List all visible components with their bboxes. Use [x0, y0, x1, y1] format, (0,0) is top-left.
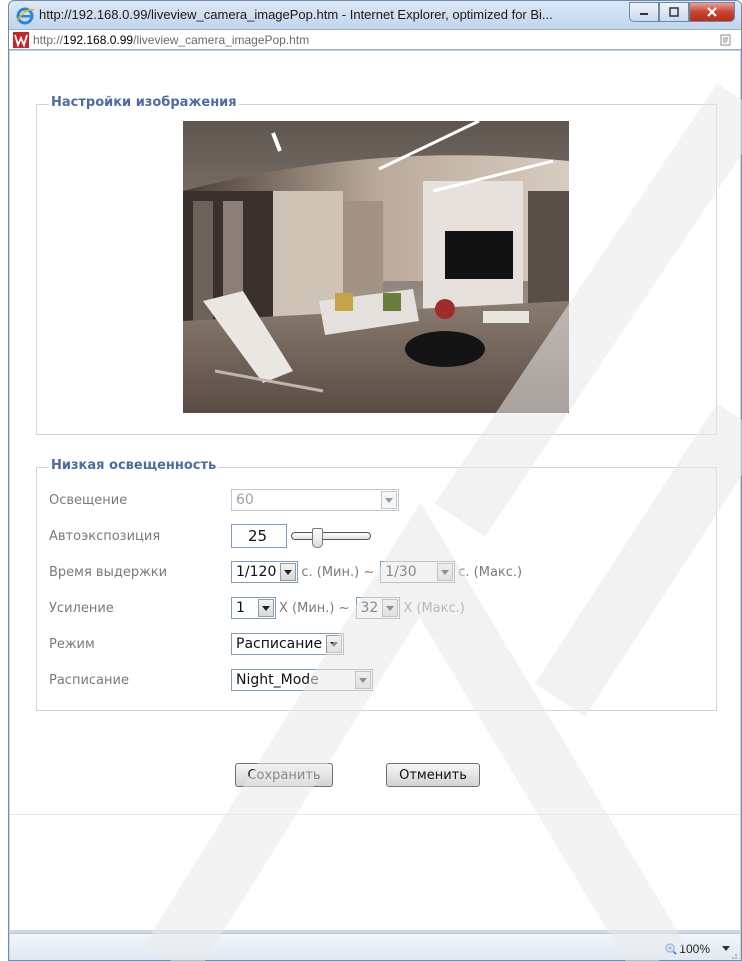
exposure-max-value: 1/30 — [385, 564, 417, 580]
maximize-icon — [669, 7, 679, 17]
exposure-time-label: Время выдержки — [49, 564, 168, 580]
maximize-button[interactable] — [659, 2, 689, 22]
zoom-icon — [665, 943, 677, 955]
slider-track — [291, 532, 371, 540]
mode-label: Режим — [49, 636, 95, 652]
content-divider — [10, 814, 740, 815]
mode-select[interactable]: Расписание — [231, 633, 345, 655]
chevron-down-icon — [326, 635, 343, 653]
auto-exposure-row: Автоэкспозиция 25 — [49, 522, 709, 550]
exposure-min-select[interactable]: 1/120 — [231, 561, 299, 583]
compatibility-view-icon[interactable] — [719, 33, 733, 47]
mode-value: Расписание — [236, 636, 323, 652]
mode-row: Режим Расписание — [49, 630, 709, 658]
address-bar[interactable]: http://192.168.0.99/liveview_camera_imag… — [9, 29, 741, 50]
window-title: http://192.168.0.99/liveview_camera_imag… — [39, 7, 553, 22]
gain-row: Усиление 1 X (Мин.) ~ 32 X (Макс.) — [49, 594, 709, 622]
image-settings-legend: Настройки изображения — [49, 95, 239, 110]
gain-min-unit: X (Мин.) ~ — [279, 600, 350, 616]
browser-window: http://192.168.0.99/liveview_camera_imag… — [8, 0, 742, 961]
auto-exposure-slider[interactable] — [291, 524, 375, 548]
save-button[interactable]: Сохранить — [235, 763, 333, 787]
url-host: 192.168.0.99 — [63, 33, 134, 47]
close-icon — [707, 7, 717, 17]
exposure-time-control: 1/120 с. (Мин.) ~ 1/30 с. (Макс.) — [231, 561, 526, 583]
gain-label: Усиление — [49, 600, 114, 616]
schedule-control: Night_Mode — [231, 669, 373, 691]
exposure-max-select[interactable]: 1/30 — [380, 561, 456, 583]
exposure-time-row: Время выдержки 1/120 с. (Мин.) ~ 1/30 с.… — [49, 558, 709, 586]
illumination-value: 60 — [236, 492, 254, 508]
gain-max-unit: X (Макс.) — [403, 600, 465, 616]
chevron-down-icon — [355, 671, 371, 689]
schedule-label: Расписание — [49, 672, 129, 688]
schedule-select[interactable]: Night_Mode — [231, 669, 373, 691]
schedule-value: Night_Mode — [236, 672, 319, 688]
address-url[interactable]: http://192.168.0.99/liveview_camera_imag… — [33, 33, 309, 47]
slider-thumb[interactable] — [312, 528, 323, 548]
auto-exposure-label: Автоэкспозиция — [49, 528, 161, 544]
zoom-control[interactable]: 100% — [665, 942, 710, 956]
chevron-down-icon — [381, 491, 397, 509]
gain-max-select[interactable]: 32 — [355, 597, 401, 619]
url-scheme: http:// — [33, 33, 64, 47]
exposure-max-unit: с. (Макс.) — [458, 564, 523, 580]
auto-exposure-input[interactable]: 25 — [231, 524, 287, 548]
illumination-label: Освещение — [49, 492, 128, 508]
exposure-min-value: 1/120 — [236, 564, 277, 580]
chevron-down-icon — [437, 563, 454, 581]
close-button[interactable] — [689, 2, 735, 22]
url-path: /liveview_camera_imagePop.htm — [133, 33, 310, 47]
gain-min-value: 1 — [236, 600, 245, 616]
living-room-photo — [183, 121, 569, 413]
site-icon — [13, 32, 29, 48]
chevron-down-icon — [382, 599, 399, 617]
cancel-button[interactable]: Отменить — [386, 763, 480, 787]
gain-min-select[interactable]: 1 — [231, 597, 276, 619]
illumination-control: 60 — [231, 489, 399, 511]
zoom-level: 100% — [679, 942, 710, 956]
illumination-select: 60 — [231, 489, 399, 511]
chevron-down-icon — [258, 599, 274, 617]
gain-max-value: 32 — [360, 600, 379, 616]
minimize-icon — [640, 13, 648, 15]
illumination-row: Освещение 60 — [49, 486, 709, 514]
gain-control: 1 X (Мин.) ~ 32 X (Макс.) — [231, 597, 469, 619]
minimize-button[interactable] — [629, 2, 659, 22]
mode-control: Расписание — [231, 633, 345, 655]
image-settings-group: Настройки изображения — [36, 95, 717, 435]
ie-icon — [16, 7, 35, 25]
exposure-min-unit: с. (Мин.) ~ — [301, 564, 375, 580]
low-light-legend: Низкая освещенность — [49, 458, 219, 473]
schedule-row: Расписание Night_Mode — [49, 666, 709, 694]
low-light-group: Низкая освещенность Освещение 60 Автоэкс… — [36, 458, 717, 711]
status-bar: 100% — [10, 933, 740, 960]
resize-grip-icon[interactable] — [728, 950, 738, 960]
page-content: Настройки изображения Низкая освещенност… — [10, 51, 740, 931]
chevron-down-icon — [280, 563, 297, 581]
camera-preview-image — [183, 121, 569, 413]
auto-exposure-control: 25 — [231, 524, 375, 548]
window-controls — [629, 2, 735, 24]
